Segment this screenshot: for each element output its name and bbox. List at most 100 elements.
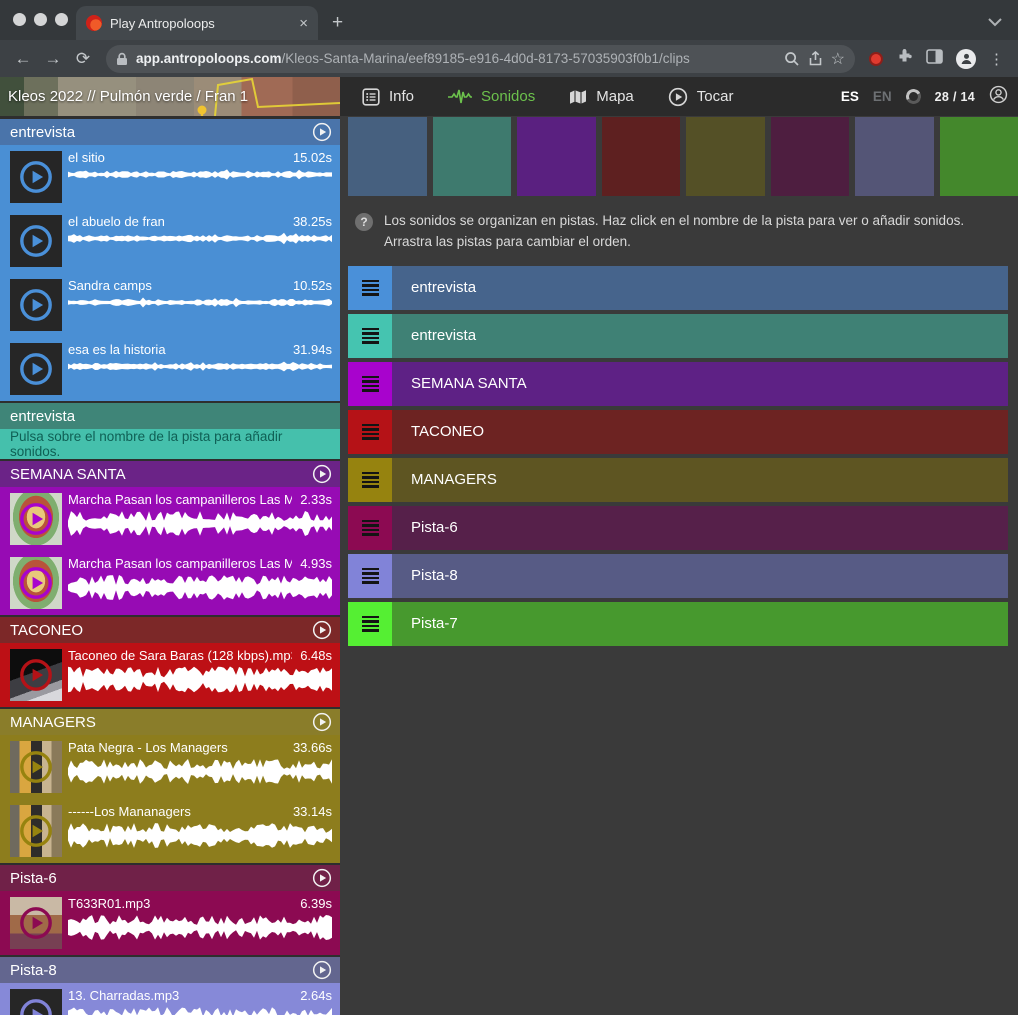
back-button[interactable]: ← (10, 49, 36, 69)
clip-thumbnail[interactable] (10, 649, 62, 701)
address-bar[interactable]: app.antropoloops.com/Kleos-Santa-Marina/… (106, 45, 855, 73)
drag-handle[interactable] (348, 362, 392, 406)
clip-thumbnail[interactable] (10, 279, 62, 331)
clip-waveform[interactable] (68, 914, 332, 941)
lock-icon[interactable] (116, 52, 128, 66)
sidebar-track-header[interactable]: Pista-6 (0, 865, 340, 891)
sidebar-track-header[interactable]: entrevista (0, 119, 340, 145)
clip-item[interactable]: esa es la historia31.94s (0, 337, 340, 401)
browser-tab[interactable]: Play Antropoloops × (76, 6, 318, 40)
zoom-window-icon[interactable] (55, 13, 68, 26)
clip-thumbnail[interactable] (10, 989, 62, 1015)
track-row-body[interactable]: SEMANA SANTA (392, 362, 1008, 406)
clip-thumbnail[interactable] (10, 151, 62, 203)
track-row[interactable]: Pista-6 (348, 506, 1008, 550)
tab-search-chevron-icon[interactable] (988, 14, 1002, 32)
drag-handle[interactable] (348, 314, 392, 358)
clip-thumbnail[interactable] (10, 897, 62, 949)
clip-item[interactable]: Sandra camps10.52s (0, 273, 340, 337)
project-banner[interactable]: Kleos 2022 // Pulmón verde / Fran 1 (0, 77, 340, 116)
clip-item[interactable]: ------Los Mananagers33.14s (0, 799, 340, 863)
track-row[interactable]: TACONEO (348, 410, 1008, 454)
nav-tocar[interactable]: Tocar (668, 87, 734, 107)
sidebar-track-header[interactable]: MANAGERS (0, 709, 340, 735)
clip-item[interactable]: el abuelo de fran38.25s (0, 209, 340, 273)
side-panel-icon[interactable] (926, 49, 943, 69)
reload-button[interactable]: ⟳ (70, 49, 96, 69)
track-row[interactable]: Pista-8 (348, 554, 1008, 598)
clip-item[interactable]: Pata Negra - Los Managers33.66s (0, 735, 340, 799)
clip-item[interactable]: Taconeo de Sara Baras (128 kbps).mp36.48… (0, 643, 340, 707)
nav-info[interactable]: Info (362, 88, 414, 106)
clip-waveform[interactable] (68, 666, 332, 693)
tab-close-icon[interactable]: × (299, 15, 308, 32)
sidebar-track-header[interactable]: TACONEO (0, 617, 340, 643)
clip-thumbnail[interactable] (10, 493, 62, 545)
sidebar-track-header[interactable]: Pista-8 (0, 957, 340, 983)
minimize-window-icon[interactable] (34, 13, 47, 26)
track-row-body[interactable]: Pista-6 (392, 506, 1008, 550)
clip-item[interactable]: Marcha Pasan los campanilleros Las Mejor… (0, 551, 340, 615)
clip-waveform[interactable] (68, 360, 332, 373)
play-track-icon[interactable] (312, 960, 332, 980)
clip-thumbnail[interactable] (10, 741, 62, 793)
drag-handle[interactable] (348, 266, 392, 310)
sidebar-track-header[interactable]: SEMANA SANTA (0, 461, 340, 487)
drag-handle[interactable] (348, 410, 392, 454)
nav-mapa[interactable]: Mapa (569, 88, 634, 105)
clip-thumbnail[interactable] (10, 343, 62, 395)
lang-es-button[interactable]: ES (841, 89, 859, 104)
nav-sonidos[interactable]: Sonidos (448, 88, 535, 105)
play-track-icon[interactable] (312, 620, 332, 640)
clip-waveform[interactable] (68, 822, 332, 849)
browser-menu-kebab-icon[interactable]: ⋮ (989, 50, 1004, 68)
drag-handle[interactable] (348, 506, 392, 550)
window-controls[interactable] (13, 13, 68, 26)
zoom-page-icon[interactable] (784, 51, 800, 67)
track-row[interactable]: SEMANA SANTA (348, 362, 1008, 406)
drag-handle[interactable] (348, 554, 392, 598)
account-icon[interactable] (989, 85, 1008, 109)
track-row-body[interactable]: entrevista (392, 266, 1008, 310)
share-icon[interactable] (808, 51, 823, 67)
drag-handle[interactable] (348, 602, 392, 646)
recording-extension-icon[interactable] (869, 52, 883, 66)
play-track-icon[interactable] (312, 868, 332, 888)
clip-waveform[interactable] (68, 574, 332, 601)
drag-handle[interactable] (348, 458, 392, 502)
play-track-icon[interactable] (312, 712, 332, 732)
clip-item[interactable]: el sitio15.02s (0, 145, 340, 209)
track-row[interactable]: MANAGERS (348, 458, 1008, 502)
play-track-icon[interactable] (312, 464, 332, 484)
clip-waveform[interactable] (68, 1006, 332, 1015)
track-row[interactable]: entrevista (348, 314, 1008, 358)
play-track-icon[interactable] (312, 122, 332, 142)
clip-thumbnail[interactable] (10, 215, 62, 267)
clip-waveform[interactable] (68, 296, 332, 309)
url-text[interactable]: app.antropoloops.com/Kleos-Santa-Marina/… (136, 51, 776, 66)
track-row[interactable]: entrevista (348, 266, 1008, 310)
track-row-body[interactable]: Pista-8 (392, 554, 1008, 598)
track-row[interactable]: Pista-7 (348, 602, 1008, 646)
bookmark-star-icon[interactable]: ☆ (831, 49, 845, 69)
profile-avatar[interactable] (956, 49, 976, 69)
clip-item[interactable]: 13. Charradas.mp32.64s (0, 983, 340, 1015)
forward-button[interactable]: → (40, 49, 66, 69)
new-tab-button[interactable]: + (332, 12, 343, 34)
lang-en-button[interactable]: EN (873, 89, 892, 104)
clip-waveform[interactable] (68, 510, 332, 537)
track-row-body[interactable]: Pista-7 (392, 602, 1008, 646)
clip-thumbnail[interactable] (10, 557, 62, 609)
track-row-body[interactable]: TACONEO (392, 410, 1008, 454)
clip-waveform[interactable] (68, 758, 332, 785)
clip-item[interactable]: T633R01.mp36.39s (0, 891, 340, 955)
extensions-puzzle-icon[interactable] (896, 48, 913, 70)
clip-thumbnail[interactable] (10, 805, 62, 857)
track-row-body[interactable]: entrevista (392, 314, 1008, 358)
clip-item[interactable]: Marcha Pasan los campanilleros Las Mejor… (0, 487, 340, 551)
close-window-icon[interactable] (13, 13, 26, 26)
track-row-body[interactable]: MANAGERS (392, 458, 1008, 502)
clip-waveform[interactable] (68, 168, 332, 181)
sidebar-track-header[interactable]: entrevista (0, 403, 340, 429)
clip-waveform[interactable] (68, 232, 332, 245)
